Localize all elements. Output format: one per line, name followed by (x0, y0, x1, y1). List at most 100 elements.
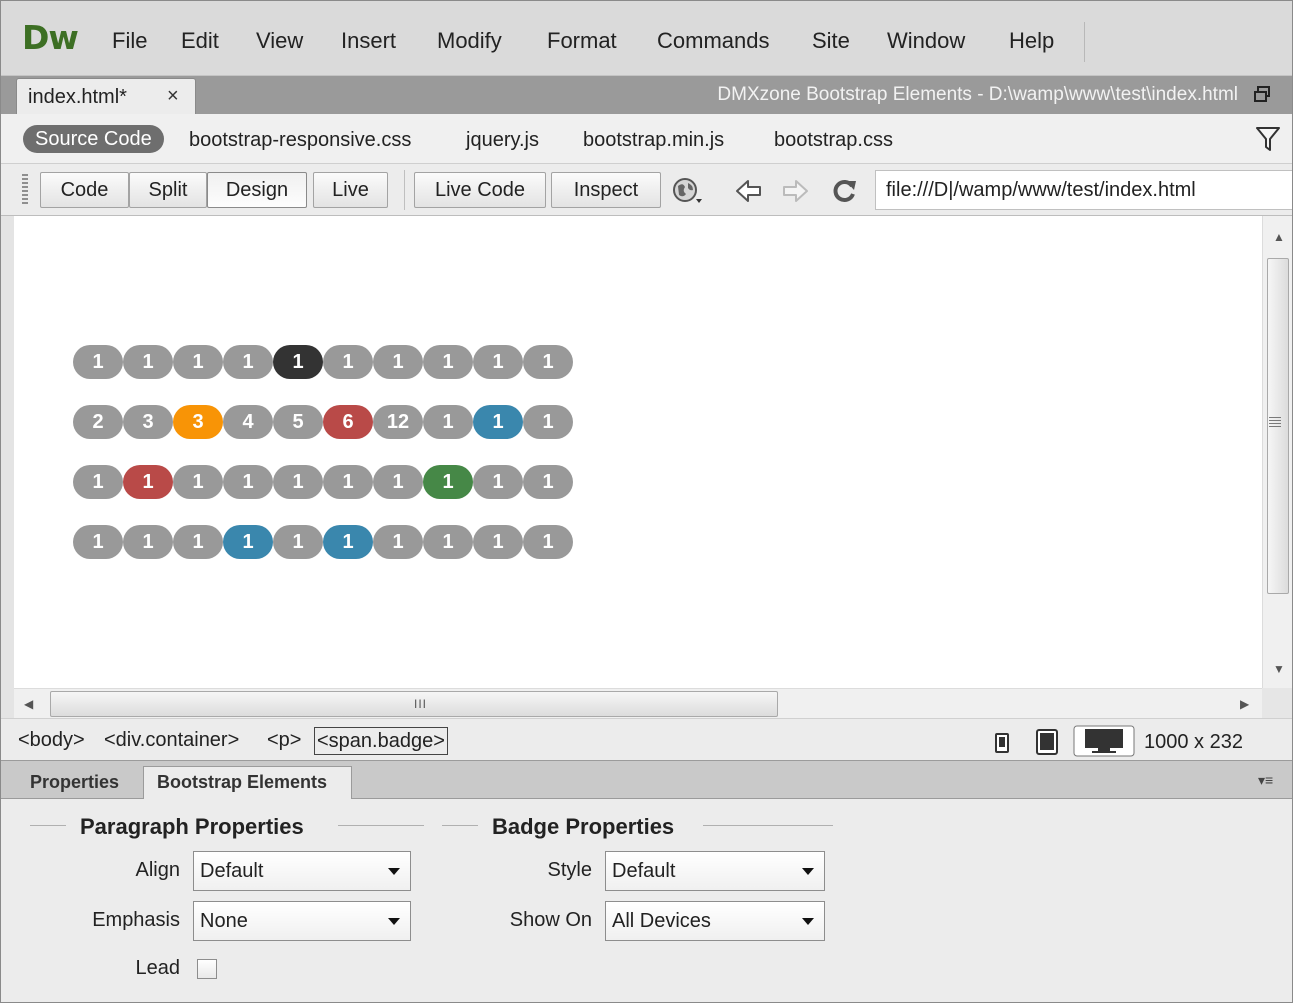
menu-site[interactable]: Site (812, 28, 850, 54)
badge[interactable]: 1 (123, 345, 173, 379)
align-select[interactable]: Default (193, 851, 411, 891)
panel-options-icon[interactable]: ▾≡ (1258, 772, 1273, 789)
show-on-select[interactable]: All Devices (605, 901, 825, 941)
related-file-bootstrap-responsive[interactable]: bootstrap-responsive.css (189, 129, 411, 152)
badge[interactable]: 1 (123, 525, 173, 559)
tag-selector-body[interactable]: <body> (18, 729, 85, 752)
scroll-right-icon[interactable]: ▶ (1240, 697, 1249, 711)
address-field[interactable]: file:///D|/wamp/www/test/index.html (875, 170, 1293, 210)
badge[interactable]: 4 (223, 405, 273, 439)
badge[interactable]: 1 (523, 405, 573, 439)
related-file-bootstrap-css[interactable]: bootstrap.css (774, 129, 893, 152)
menu-help[interactable]: Help (1009, 28, 1054, 54)
vertical-scrollbar[interactable]: ▲ ▼ (1262, 216, 1293, 688)
badge[interactable]: 1 (323, 525, 373, 559)
badge[interactable]: 1 (73, 525, 123, 559)
live-view-button[interactable]: Live (313, 172, 388, 208)
badge[interactable]: 1 (473, 345, 523, 379)
badge[interactable]: 1 (423, 345, 473, 379)
horizontal-scrollbar[interactable]: ◀ ▶ (14, 688, 1262, 718)
tab-bootstrap-elements[interactable]: Bootstrap Elements (143, 766, 352, 800)
badge[interactable]: 1 (323, 345, 373, 379)
badge[interactable]: 1 (473, 405, 523, 439)
restore-window-icon[interactable] (1253, 85, 1271, 103)
document-tab[interactable]: index.html* × (16, 78, 196, 114)
badge[interactable]: 1 (273, 465, 323, 499)
back-arrow-icon[interactable] (734, 177, 764, 205)
emphasis-select[interactable]: None (193, 901, 411, 941)
source-code-button[interactable]: Source Code (23, 125, 164, 153)
refresh-icon[interactable] (830, 177, 860, 205)
badge[interactable]: 1 (73, 465, 123, 499)
badge[interactable]: 1 (423, 465, 473, 499)
related-file-jquery[interactable]: jquery.js (466, 129, 539, 152)
scroll-up-icon[interactable]: ▲ (1273, 230, 1285, 244)
related-file-bootstrap-min[interactable]: bootstrap.min.js (583, 129, 724, 152)
badge[interactable]: 6 (323, 405, 373, 439)
badge[interactable]: 1 (273, 525, 323, 559)
badge[interactable]: 1 (523, 465, 573, 499)
forward-arrow-icon[interactable] (780, 177, 810, 205)
lead-checkbox[interactable] (197, 959, 217, 979)
badge[interactable]: 1 (223, 465, 273, 499)
tag-selector-div-container[interactable]: <div.container> (104, 729, 239, 752)
badge[interactable]: 2 (73, 405, 123, 439)
filter-icon[interactable] (1255, 125, 1281, 153)
badge[interactable]: 1 (173, 525, 223, 559)
browser-preview-icon[interactable] (672, 177, 702, 205)
window-size-readout[interactable]: 1000 x 232 (1144, 731, 1243, 754)
tag-selector-span-badge[interactable]: <span.badge> (314, 727, 448, 755)
tab-properties[interactable]: Properties (22, 767, 127, 800)
badge[interactable]: 5 (273, 405, 323, 439)
tablet-size-icon[interactable] (1036, 729, 1058, 755)
desktop-size-icon[interactable] (1073, 725, 1135, 757)
badge[interactable]: 1 (423, 405, 473, 439)
menu-edit[interactable]: Edit (181, 28, 219, 54)
code-view-button[interactable]: Code (40, 172, 129, 208)
badge[interactable]: 1 (373, 345, 423, 379)
badge[interactable]: 1 (423, 525, 473, 559)
paragraph-properties-title: Paragraph Properties (80, 814, 304, 839)
badge[interactable]: 1 (173, 345, 223, 379)
badge[interactable]: 1 (273, 345, 323, 379)
badge[interactable]: 1 (123, 465, 173, 499)
tag-selector-p[interactable]: <p> (267, 729, 301, 752)
menu-modify[interactable]: Modify (437, 28, 502, 54)
related-files-bar: Source Code bootstrap-responsive.css jqu… (0, 114, 1293, 164)
badge[interactable]: 1 (73, 345, 123, 379)
scroll-down-icon[interactable]: ▼ (1273, 662, 1285, 676)
menu-window[interactable]: Window (887, 28, 965, 54)
menu-insert[interactable]: Insert (341, 28, 396, 54)
badge-row: 1111111111 (73, 345, 573, 379)
badge[interactable]: 1 (473, 465, 523, 499)
badge[interactable]: 1 (473, 525, 523, 559)
badge[interactable]: 1 (523, 525, 573, 559)
mobile-size-icon[interactable] (995, 733, 1009, 753)
chevron-down-icon (388, 868, 400, 875)
inspect-button[interactable]: Inspect (551, 172, 661, 208)
document-toolbar: Code Split Design Live Live Code Inspect… (0, 164, 1293, 216)
badge[interactable]: 1 (223, 525, 273, 559)
badge[interactable]: 1 (373, 465, 423, 499)
split-view-button[interactable]: Split (129, 172, 207, 208)
menu-commands[interactable]: Commands (657, 28, 769, 54)
menu-file[interactable]: File (112, 28, 147, 54)
badge[interactable]: 1 (373, 525, 423, 559)
scroll-left-icon[interactable]: ◀ (24, 697, 33, 711)
live-code-button[interactable]: Live Code (414, 172, 546, 208)
close-tab-icon[interactable]: × (167, 85, 179, 108)
badge[interactable]: 1 (223, 345, 273, 379)
badge[interactable]: 1 (173, 465, 223, 499)
badge[interactable]: 1 (523, 345, 573, 379)
design-view-canvas[interactable]: 1 1 1 1 1 1 1 1 1 1 2 3 3 4 5 6 12 1 1 1 1 1 1 1 1 1 1 1 1 1 1 1 1 1 1 1 1 1 1… (14, 216, 1262, 688)
badge[interactable]: 1 (323, 465, 373, 499)
menu-view[interactable]: View (256, 28, 303, 54)
badge[interactable]: 3 (123, 405, 173, 439)
design-view-button[interactable]: Design (207, 172, 307, 208)
menu-format[interactable]: Format (547, 28, 617, 54)
badge[interactable]: 3 (173, 405, 223, 439)
badge[interactable]: 12 (373, 405, 423, 439)
style-select[interactable]: Default (605, 851, 825, 891)
panel-tab-bar: Properties Bootstrap Elements (0, 760, 1293, 800)
toolbar-grip[interactable] (22, 174, 28, 206)
